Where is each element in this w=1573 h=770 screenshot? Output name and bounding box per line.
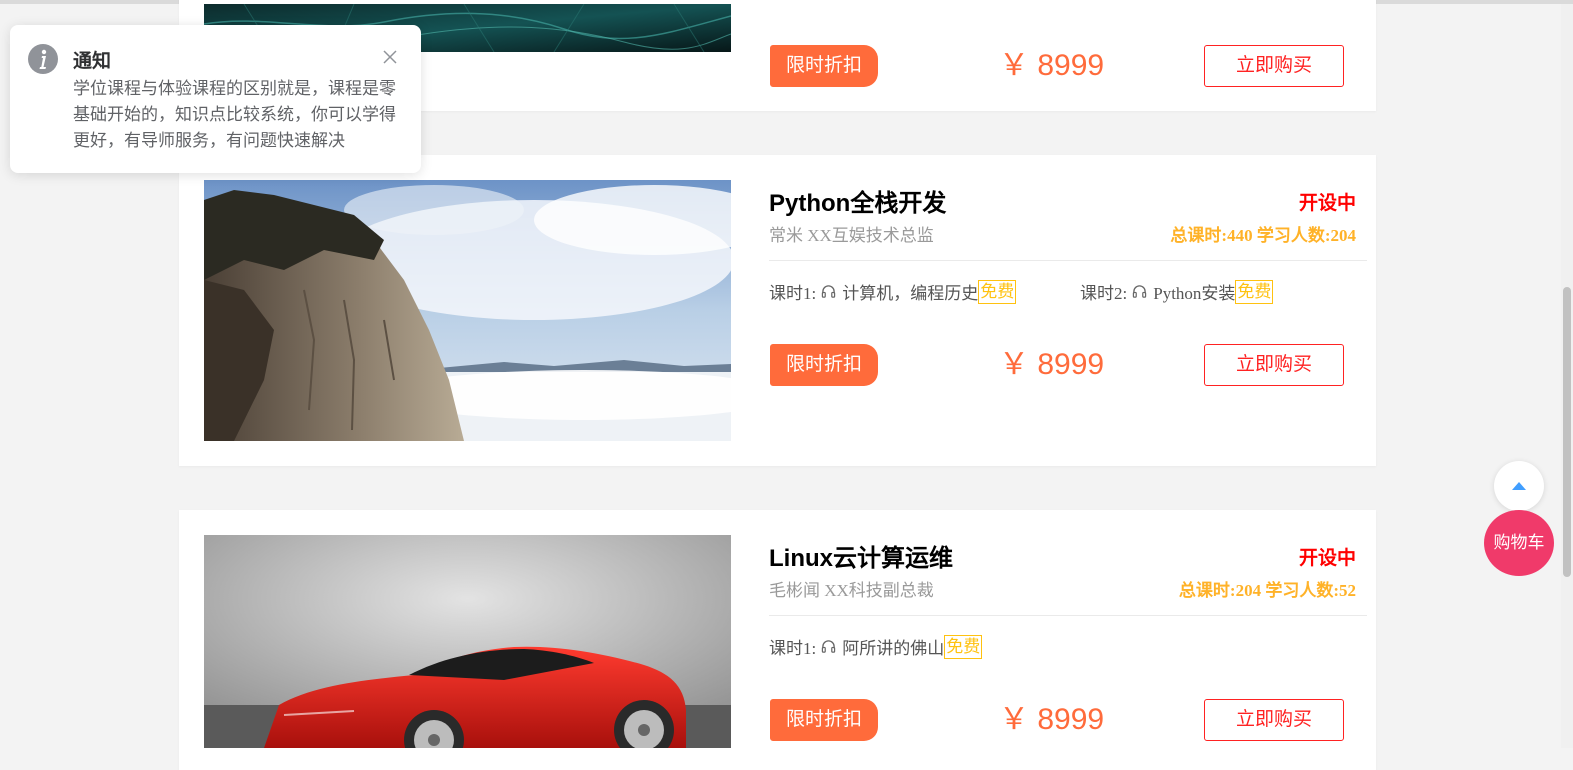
- shopping-cart-button[interactable]: 购物车: [1484, 510, 1554, 576]
- buy-now-button[interactable]: 立即购买: [1204, 344, 1344, 386]
- lesson-item[interactable]: 课时1: 阿所讲的佛山 免费: [769, 634, 983, 659]
- divider: [769, 615, 1367, 616]
- course-info: Python全栈开发 常米 XX互娱技术总监 开设中 总课时:440 学习人数:…: [769, 155, 1367, 466]
- arrow-up-icon: [1512, 482, 1526, 490]
- lesson-label: 课时1:: [769, 284, 817, 303]
- lesson-name: 阿所讲的佛山: [842, 639, 945, 658]
- lesson-label: 课时2:: [1080, 284, 1128, 303]
- course-teacher: 常米 XX互娱技术总监: [769, 226, 934, 245]
- info-icon: [28, 44, 58, 74]
- headphones-icon: [822, 640, 836, 653]
- buy-now-button[interactable]: 立即购买: [1204, 699, 1344, 741]
- lesson-item[interactable]: 课时2: Python安装 免费: [1080, 279, 1274, 304]
- back-to-top-button[interactable]: [1494, 461, 1544, 511]
- course-image[interactable]: [204, 535, 731, 748]
- notification-title: 通知: [73, 51, 112, 72]
- course-info: Linux云计算运维 毛彬闻 XX科技副总裁 开设中 总课时:204 学习人数:…: [769, 510, 1367, 770]
- course-title[interactable]: Linux云计算运维: [769, 538, 953, 573]
- course-card: Linux云计算运维 毛彬闻 XX科技副总裁 开设中 总课时:204 学习人数:…: [179, 510, 1376, 770]
- notification-popup: 通知 学位课程与体验课程的区别就是，课程是零基础开始的，知识点比较系统，你可以学…: [10, 25, 421, 173]
- scrollbar-thumb[interactable]: [1563, 287, 1571, 577]
- course-card: Python全栈开发 常米 XX互娱技术总监 开设中 总课时:440 学习人数:…: [179, 155, 1376, 466]
- close-icon[interactable]: [382, 49, 398, 65]
- limited-discount-button[interactable]: 限时折扣: [770, 45, 878, 87]
- course-status: 开设中: [1298, 548, 1356, 569]
- course-title[interactable]: Python全栈开发: [769, 183, 946, 218]
- course-info: 限时折扣 ￥ 8999 立即购买: [769, 0, 1367, 111]
- lesson-name: Python安装: [1153, 284, 1236, 303]
- free-badge: 免费: [944, 634, 983, 659]
- course-teacher: 毛彬闻 XX科技副总裁: [769, 581, 934, 600]
- course-stats: 总课时:440 学习人数:204: [1170, 226, 1356, 245]
- divider: [769, 260, 1367, 261]
- course-price: ￥ 8999: [999, 703, 1105, 736]
- headphones-icon: [1133, 285, 1147, 298]
- headphones-icon: [822, 285, 836, 298]
- limited-discount-button[interactable]: 限时折扣: [770, 699, 878, 741]
- course-price: ￥ 8999: [999, 49, 1105, 82]
- lesson-label: 课时1:: [769, 639, 817, 658]
- course-price: ￥ 8999: [999, 348, 1105, 381]
- limited-discount-button[interactable]: 限时折扣: [770, 344, 878, 386]
- free-badge: 免费: [978, 279, 1017, 304]
- course-status: 开设中: [1298, 193, 1356, 214]
- scrollbar[interactable]: [1561, 4, 1573, 748]
- course-stats: 总课时:204 学习人数:52: [1178, 581, 1356, 600]
- notification-message: 学位课程与体验课程的区别就是，课程是零基础开始的，知识点比较系统，你可以学得更好…: [73, 79, 396, 150]
- free-badge: 免费: [1235, 279, 1274, 304]
- course-image[interactable]: [204, 180, 731, 441]
- lesson-item[interactable]: 课时1: 计算机，编程历史 免费: [769, 279, 1017, 304]
- buy-now-button[interactable]: 立即购买: [1204, 45, 1344, 87]
- lesson-name: 计算机，编程历史: [842, 284, 979, 303]
